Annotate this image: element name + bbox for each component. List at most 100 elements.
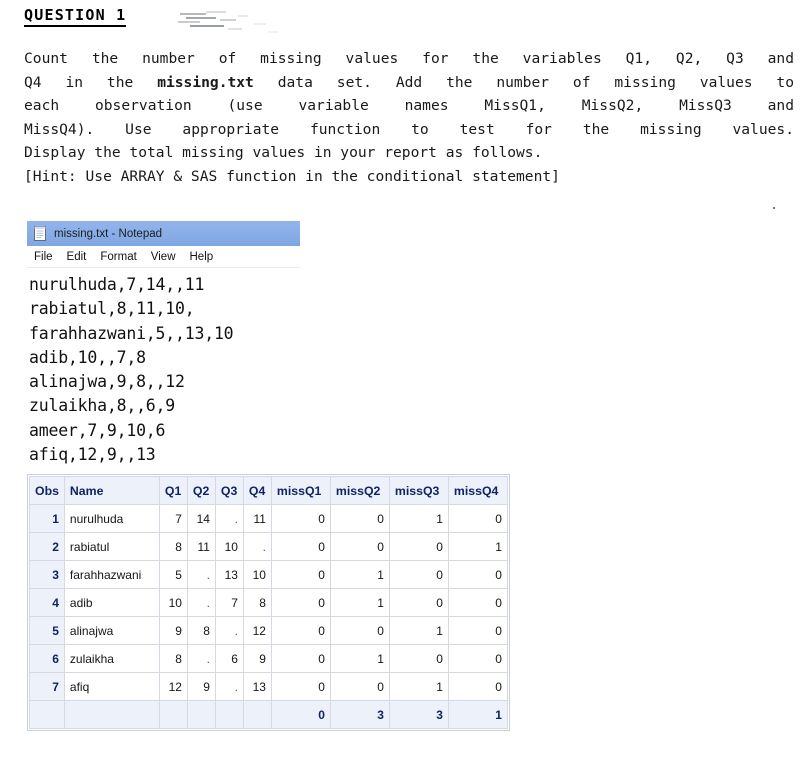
cell-q3: . xyxy=(214,616,244,645)
cell-q4: 10 xyxy=(242,560,272,589)
menu-item-file[interactable]: File xyxy=(34,251,53,263)
menu-item-help[interactable]: Help xyxy=(190,251,214,263)
table-total-row: 0 3 3 1 xyxy=(29,700,508,729)
notepad-line: zulaikha,8,,6,9 xyxy=(29,396,176,416)
cell-q1: 10 xyxy=(158,588,188,617)
menu-item-view[interactable]: View xyxy=(151,251,176,263)
total-cell-missq4: 1 xyxy=(447,700,508,729)
cell-missq4: 0 xyxy=(447,616,508,645)
total-cell-missq1: 0 xyxy=(270,700,331,729)
cell-obs: 7 xyxy=(29,672,65,701)
column-header-missq3: missQ3 xyxy=(388,476,449,505)
cell-missq2: 0 xyxy=(329,532,390,561)
cell-missq1: 0 xyxy=(270,644,331,673)
total-cell-obs xyxy=(29,700,65,729)
cell-q4: 11 xyxy=(242,504,272,533)
question-line-1: Count the number of missing values for t… xyxy=(24,50,794,67)
cell-q2: 9 xyxy=(186,672,216,701)
cell-missq3: 0 xyxy=(388,532,449,561)
menu-item-format[interactable]: Format xyxy=(100,251,136,263)
notepad-line: alinajwa,9,8,,12 xyxy=(29,372,185,392)
question-line-2: Q4 in the missing.txt data set. Add the … xyxy=(24,71,794,95)
column-header-name: Name xyxy=(63,476,160,505)
total-cell-q2 xyxy=(186,700,216,729)
cell-missq1: 0 xyxy=(270,616,331,645)
column-header-q3: Q3 xyxy=(214,476,244,505)
cell-missq3: 1 xyxy=(388,616,449,645)
cell-q3: 6 xyxy=(214,644,244,673)
cell-q4: . xyxy=(242,532,272,561)
cell-obs: 2 xyxy=(29,532,65,561)
notepad-window: missing.txt - Notepad File Edit Format V… xyxy=(27,221,300,468)
notepad-line: afiq,12,9,,13 xyxy=(29,445,156,465)
cell-missq3: 0 xyxy=(388,560,449,589)
notepad-line: farahhazwani,5,,13,10 xyxy=(29,323,234,343)
table-row: 6 zulaikha 8 . 6 9 0 1 0 0 xyxy=(29,644,508,673)
cell-name: adib xyxy=(63,588,160,617)
scan-artifact-icon xyxy=(178,11,278,33)
total-cell-name xyxy=(63,700,160,729)
cell-missq2: 0 xyxy=(329,672,390,701)
notepad-line: ameer,7,9,10,6 xyxy=(29,420,166,440)
cell-q1: 8 xyxy=(158,644,188,673)
total-cell-q3 xyxy=(214,700,244,729)
cell-q4: 9 xyxy=(242,644,272,673)
cell-missq1: 0 xyxy=(270,672,331,701)
cell-q1: 9 xyxy=(158,616,188,645)
question-line-2-pre: Q4 in the xyxy=(24,73,158,91)
cell-q2: 11 xyxy=(186,532,216,561)
table-row: 4 adib 10 . 7 8 0 1 0 0 xyxy=(29,588,508,617)
question-line-2-post: data set. Add the number of missing valu… xyxy=(253,73,794,91)
cell-q3: 13 xyxy=(214,560,244,589)
cell-q3: 10 xyxy=(214,532,244,561)
cell-missq4: 0 xyxy=(447,672,508,701)
cell-missq1: 0 xyxy=(270,560,331,589)
cell-missq2: 1 xyxy=(329,560,390,589)
cell-q2: 14 xyxy=(186,504,216,533)
cell-name: nurulhuda xyxy=(63,504,160,533)
notepad-menubar: File Edit Format View Help xyxy=(27,246,300,268)
cell-missq1: 0 xyxy=(270,588,331,617)
total-cell-missq2: 3 xyxy=(329,700,390,729)
question-line-3: each observation (use variable names Mis… xyxy=(24,97,794,114)
table-row: 7 afiq 12 9 . 13 0 0 1 0 xyxy=(29,672,508,701)
cell-obs: 5 xyxy=(29,616,65,645)
notepad-icon xyxy=(34,226,46,241)
cell-q4: 13 xyxy=(242,672,272,701)
cell-q2: . xyxy=(186,560,216,589)
sas-output-table: Obs Name Q1 Q2 Q3 Q4 missQ1 missQ2 missQ… xyxy=(29,476,508,729)
cell-missq4: 0 xyxy=(447,560,508,589)
cell-obs: 3 xyxy=(29,560,65,589)
notepad-line: adib,10,,7,8 xyxy=(29,347,146,367)
cell-missq2: 0 xyxy=(329,504,390,533)
column-header-missq1: missQ1 xyxy=(270,476,331,505)
cell-obs: 4 xyxy=(29,588,65,617)
cell-q1: 12 xyxy=(158,672,188,701)
cell-missq4: 1 xyxy=(447,532,508,561)
table-row: 2 rabiatul 8 11 10 . 0 0 0 1 xyxy=(29,532,508,561)
page-title: QUESTION 1 xyxy=(24,6,127,27)
table-row: 5 alinajwa 9 8 . 12 0 0 1 0 xyxy=(29,616,508,645)
cell-q1: 8 xyxy=(158,532,188,561)
cell-missq3: 1 xyxy=(388,672,449,701)
notepad-title: missing.txt - Notepad xyxy=(54,227,163,240)
question-line-5: Display the total missing values in your… xyxy=(24,144,543,161)
column-header-q1: Q1 xyxy=(158,476,188,505)
question-text: Count the number of missing values for t… xyxy=(24,47,794,188)
cell-name: alinajwa xyxy=(63,616,160,645)
filename-emphasis: missing.txt xyxy=(157,73,254,91)
cell-q3: 7 xyxy=(214,588,244,617)
menu-item-edit[interactable]: Edit xyxy=(67,251,87,263)
column-header-q2: Q2 xyxy=(186,476,216,505)
question-line-4: MissQ4). Use appropriate function to tes… xyxy=(24,120,794,138)
cell-q4: 12 xyxy=(242,616,272,645)
cell-missq2: 1 xyxy=(329,588,390,617)
cell-q2: . xyxy=(186,644,216,673)
notepad-text-area[interactable]: nurulhuda,7,14,,11 rabiatul,8,11,10, far… xyxy=(27,268,300,468)
cell-q4: 8 xyxy=(242,588,272,617)
cell-obs: 1 xyxy=(29,504,65,533)
notepad-titlebar[interactable]: missing.txt - Notepad xyxy=(27,221,300,246)
total-cell-q1 xyxy=(158,700,188,729)
total-cell-q4 xyxy=(242,700,272,729)
table-body: 1 nurulhuda 7 14 . 11 0 0 1 0 2 rabiatul… xyxy=(29,504,508,729)
